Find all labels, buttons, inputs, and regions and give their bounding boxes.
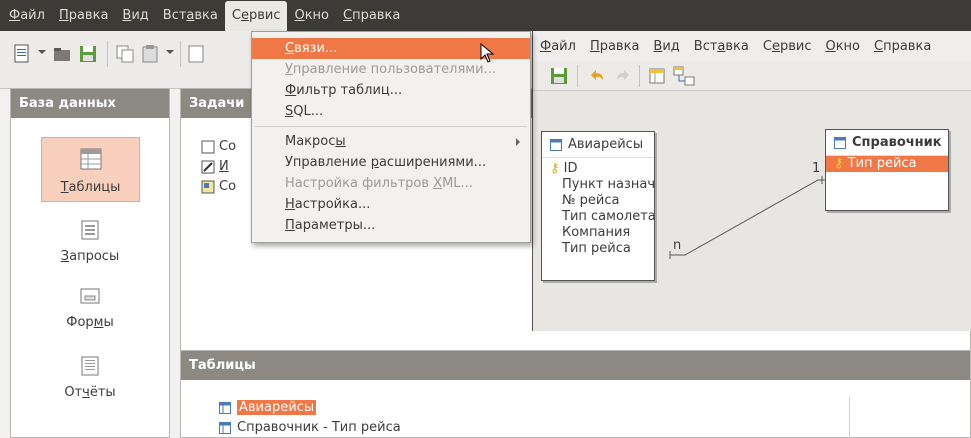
table-list-label: Справочник - Тип рейса — [237, 420, 401, 435]
task-row[interactable]: Со — [201, 179, 236, 194]
new-dropdown-arrow-icon[interactable] — [38, 50, 46, 54]
mouse-cursor-icon — [480, 43, 494, 63]
tables-icon — [80, 148, 101, 170]
menu-item[interactable]: Справка — [336, 1, 407, 31]
open-folder-icon[interactable] — [52, 44, 72, 64]
copy-icon[interactable] — [115, 44, 135, 64]
dropdown-menu-item[interactable]: Параметры... — [252, 215, 530, 236]
db-item-queries-label: Запросы — [60, 249, 120, 264]
pane-divider — [849, 397, 850, 438]
db-item-forms[interactable]: Формы — [11, 285, 169, 330]
table-list-label: Авиарейсы — [237, 400, 317, 415]
tables-pane-title: Таблицы — [181, 351, 970, 380]
create-view-icon — [201, 180, 215, 193]
undo-icon[interactable] — [587, 66, 607, 86]
menu-item[interactable]: Сервис — [224, 0, 288, 31]
menu-item[interactable]: Вид — [115, 1, 155, 31]
relations-menu-item[interactable]: Сервис — [756, 39, 819, 54]
menu-item[interactable]: Окно — [287, 1, 336, 31]
db-item-tables[interactable]: Таблицы — [41, 137, 140, 202]
new-relation-icon[interactable] — [673, 66, 695, 86]
task-row[interactable]: И — [201, 159, 229, 174]
task-label: Со — [219, 139, 237, 154]
save-icon[interactable] — [78, 44, 98, 64]
database-pane-title: База данных — [11, 89, 169, 118]
relation-many-label: n — [673, 238, 682, 253]
task-label: И — [219, 159, 229, 174]
relation-one-label: 1 — [812, 161, 821, 176]
toolbar-separator — [639, 65, 640, 87]
save-icon[interactable] — [549, 66, 569, 86]
form-icon[interactable] — [186, 44, 206, 64]
main-menubar: Файл Правка Вид Вставка Сервис Окно Справка — [0, 0, 971, 31]
relations-menu-item[interactable]: Правка — [583, 39, 646, 54]
dropdown-menu-item[interactable]: SQL... — [252, 101, 530, 122]
dropdown-menu-item: Настройка фильтров XML... — [285, 176, 473, 191]
table-list-item[interactable]: Справочник - Тип рейса — [219, 420, 401, 435]
db-item-reports[interactable]: Отчёты — [11, 355, 169, 400]
dropdown-menu-item[interactable]: Управление расширениями... — [252, 152, 530, 173]
db-item-queries[interactable]: Запросы — [11, 219, 169, 264]
relations-menu-item[interactable]: Справка — [867, 39, 938, 54]
relations-menu-item[interactable]: Файл — [533, 39, 583, 54]
reports-icon — [81, 356, 99, 376]
relations-toolbar — [533, 61, 971, 91]
dropdown-menu-item[interactable]: Макросы — [252, 131, 530, 152]
relations-menubar: Файл Правка Вид Вставка Сервис Окно Справка — [533, 31, 971, 61]
relations-window: Файл Правка Вид Вставка Сервис Окно Справка Ав… — [532, 31, 971, 331]
paste-icon[interactable] — [140, 44, 160, 64]
relations-canvas[interactable]: Авиарейсы ⚷ IDПункт назначения№ рейсаТип… — [533, 91, 971, 331]
dropdown-menu-item[interactable]: Настройка... — [252, 194, 530, 215]
relations-menu-item[interactable]: Окно — [818, 39, 867, 54]
queries-icon — [81, 220, 99, 240]
task-row[interactable]: Со — [201, 139, 236, 154]
use-wizard-icon — [201, 160, 215, 173]
add-tables-icon[interactable] — [647, 66, 667, 86]
menu-separator — [255, 126, 527, 127]
task-label: Со — [219, 179, 237, 194]
menu-item[interactable]: Правка — [52, 1, 115, 31]
redo-icon[interactable] — [613, 66, 633, 86]
toolbar-separator — [107, 41, 108, 67]
table-icon — [219, 401, 231, 414]
tables-pane: Таблицы Авиарейсы Справочник - Тип рейса — [180, 350, 971, 438]
menu-item[interactable]: Файл — [2, 1, 52, 31]
forms-icon — [80, 288, 100, 304]
db-item-tables-label: Таблицы — [60, 180, 121, 195]
create-table-design-icon — [201, 140, 215, 153]
new-document-icon[interactable] — [12, 44, 32, 64]
menu-item[interactable]: Вставка — [156, 1, 225, 31]
table-list-item[interactable]: Авиарейсы — [219, 400, 317, 415]
relation-line[interactable] — [533, 91, 971, 331]
db-item-forms-label: Формы — [66, 315, 114, 330]
paste-dropdown-arrow-icon[interactable] — [166, 50, 174, 54]
relations-menu-item[interactable]: Вставка — [687, 39, 756, 54]
submenu-arrow-icon — [516, 138, 520, 146]
toolbar-separator — [577, 65, 578, 87]
table-icon — [219, 421, 231, 434]
relations-menu-item[interactable]: Вид — [646, 39, 686, 54]
dropdown-menu-item[interactable]: Фильтр таблиц... — [252, 80, 530, 101]
database-pane: База данных Таблицы Запросы Формы Отчёты — [10, 88, 170, 438]
toolbar-separator — [180, 41, 181, 67]
db-item-reports-label: Отчёты — [64, 385, 116, 400]
